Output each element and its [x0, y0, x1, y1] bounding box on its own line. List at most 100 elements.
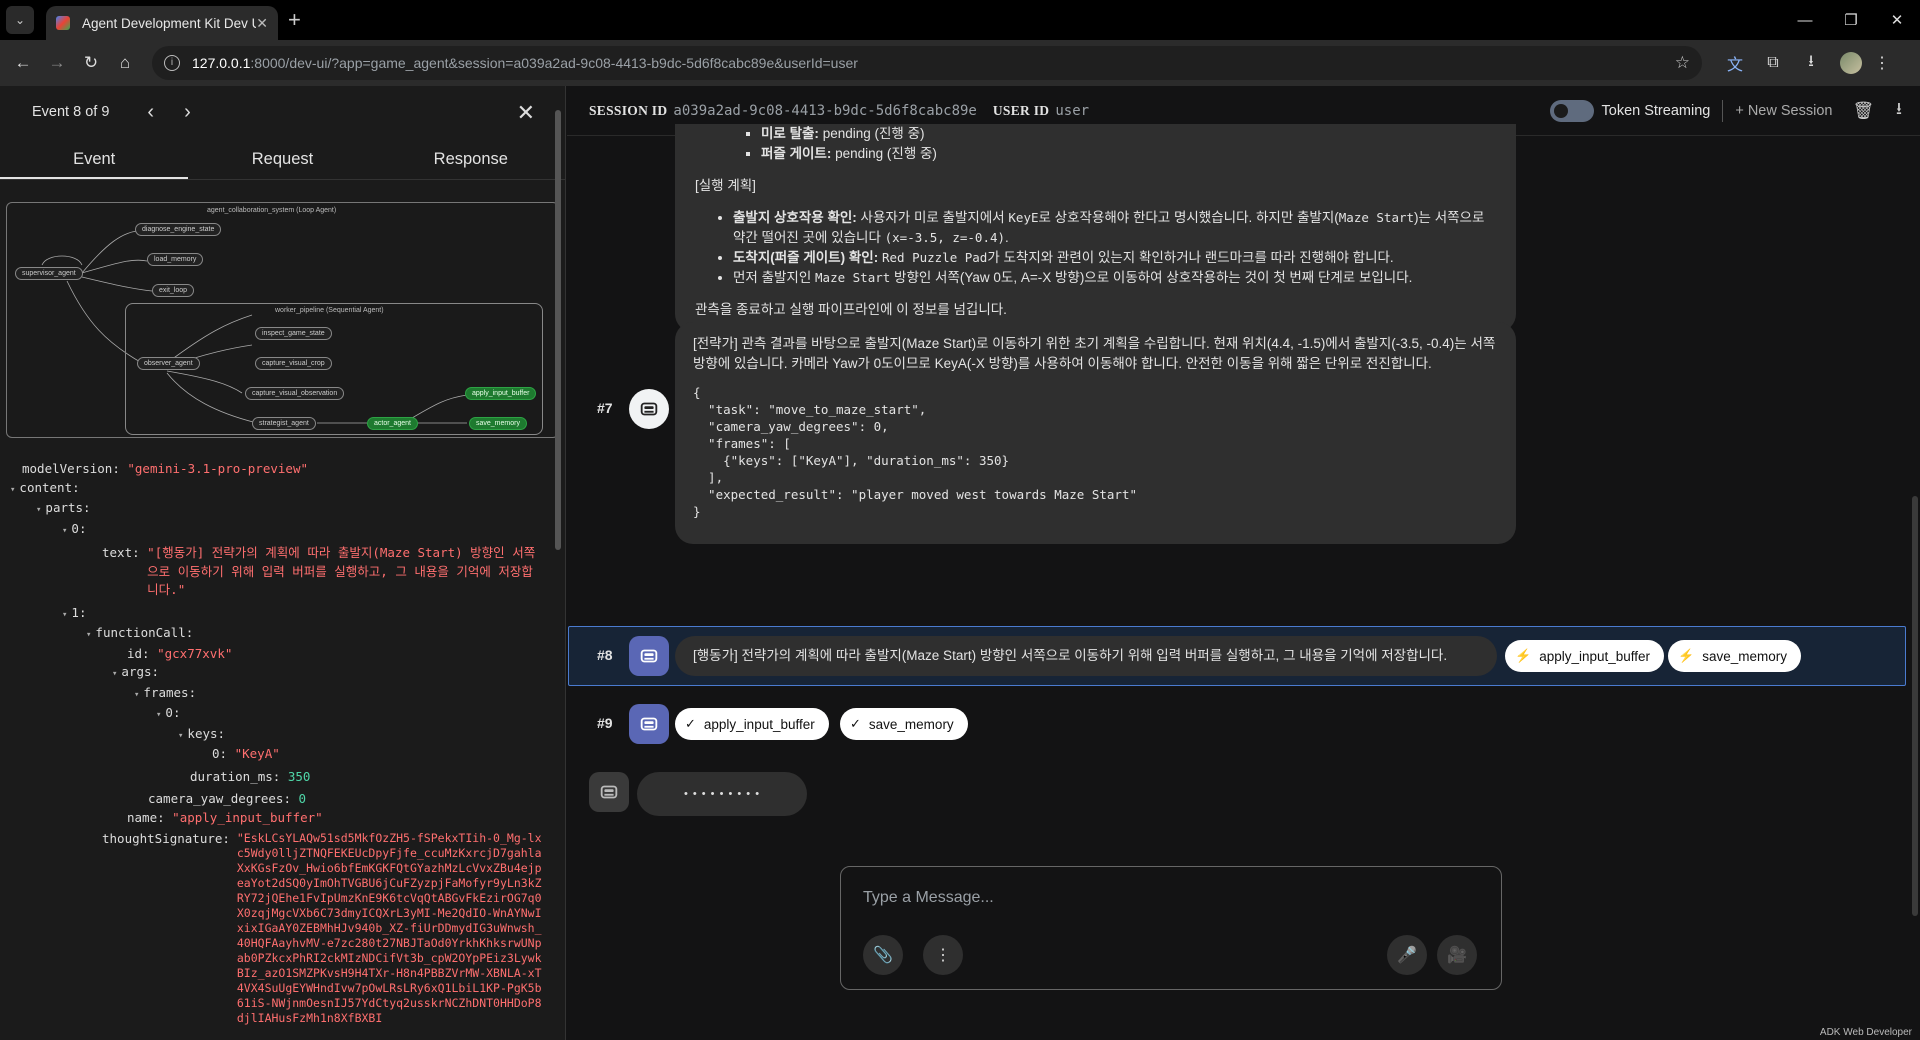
message-index: #9 [597, 715, 613, 731]
profile-avatar[interactable] [1840, 52, 1862, 74]
message-bubble: [행동가] 전략가의 계획에 따라 출발지(Maze Start) 방향인 서쪽… [675, 636, 1497, 676]
graph-node[interactable]: capture_visual_crop [255, 357, 332, 370]
robot-icon [640, 649, 658, 663]
json-row[interactable]: ▾ args: [112, 663, 565, 684]
tab-response[interactable]: Response [377, 138, 565, 179]
message-bubble: 미로 탈출: pending (진행 중) 퍼즐 게이트: pending (진… [675, 124, 1516, 332]
json-row[interactable]: ▾ 0: [156, 704, 565, 725]
site-info-icon[interactable]: i [164, 55, 180, 71]
json-row: 0: "KeyA" [212, 746, 280, 761]
left-scroll-thumb[interactable] [555, 110, 561, 550]
message-composer[interactable]: Type a Message... 📎 ⋮ 🎤 🎥 [840, 866, 1502, 990]
json-row[interactable]: ▾ keys: [178, 725, 565, 746]
home-icon[interactable]: ⌂ [108, 53, 142, 73]
token-streaming-toggle[interactable] [1549, 99, 1594, 122]
json-row[interactable]: ▾ 0: [62, 520, 565, 541]
download-icon[interactable]: ⭳ [1792, 50, 1830, 77]
graph-node[interactable]: actor_agent [367, 417, 418, 430]
browser-tab-bar: ⌄ Agent Development Kit Dev UI ✕ + — ❐ ✕ [0, 0, 1920, 40]
robot-icon [640, 717, 658, 731]
more-options-icon[interactable]: ⋮ [923, 935, 963, 975]
url-path: :8000/dev-ui/?app=game_agent&session=a03… [250, 55, 858, 71]
agent-graph: agent_collaboration_system (Loop Agent) … [6, 202, 559, 438]
divider [1722, 99, 1724, 122]
chat-scrollbar[interactable] [1912, 146, 1918, 936]
event-counter: Event 8 of 9 [32, 104, 110, 120]
restore-icon[interactable]: ❐ [1828, 11, 1874, 29]
message-code-block: { "task": "move_to_maze_start", "camera_… [693, 385, 1138, 519]
minimize-icon[interactable]: — [1782, 12, 1828, 29]
json-row: id: "gcx77xvk" [127, 645, 233, 661]
message-index: #7 [597, 400, 613, 416]
download-session-icon[interactable]: ⭳ [1896, 96, 1902, 125]
event-json-tree: modelVersion: "gemini-3.1-pro-preview" ▾… [0, 438, 565, 1026]
graph-node[interactable]: strategist_agent [252, 417, 316, 430]
bot-avatar-icon [589, 772, 629, 812]
function-call-chip[interactable]: ⚡ save_memory [1668, 640, 1801, 672]
json-row[interactable]: ▾ parts: [36, 499, 565, 520]
address-bar-row: ← → ↻ ⌂ i 127.0.0.1:8000/dev-ui/?app=gam… [0, 40, 1920, 86]
message-input[interactable]: Type a Message... [863, 889, 994, 907]
token-streaming-label: Token Streaming [1601, 102, 1711, 119]
prev-event-chevron-icon[interactable]: ‹ [147, 101, 154, 124]
back-icon[interactable]: ← [6, 53, 40, 73]
chat-panel: SESSION ID a039a2ad-9c08-4413-b9dc-5d6f8… [567, 86, 1920, 1040]
tab-search-button[interactable]: ⌄ [6, 6, 34, 34]
graph-node[interactable]: observer_agent [137, 357, 200, 370]
tab-event[interactable]: Event [0, 138, 189, 179]
function-response-chip[interactable]: ✓ apply_input_buffer [675, 708, 829, 740]
bookmark-star-icon[interactable]: ☆ [1675, 53, 1690, 73]
url-input[interactable]: i 127.0.0.1:8000/dev-ui/?app=game_agent&… [152, 46, 1702, 80]
graph-node[interactable]: capture_visual_observation [245, 387, 345, 400]
new-session-button[interactable]: + New Session [1735, 103, 1832, 119]
close-window-icon[interactable]: ✕ [1874, 11, 1920, 29]
graph-node[interactable]: exit_loop [152, 284, 195, 297]
next-event-chevron-icon[interactable]: › [184, 101, 191, 124]
left-scrollbar[interactable] [555, 86, 563, 1040]
microphone-icon[interactable]: 🎤 [1387, 935, 1427, 975]
user-id-value: user [1055, 102, 1090, 119]
json-row: duration_ms: 350 [190, 768, 311, 784]
graph-node[interactable]: supervisor_agent [15, 267, 83, 280]
tab-request[interactable]: Request [188, 138, 376, 179]
function-response-chip[interactable]: ✓ save_memory [840, 708, 968, 740]
bot-avatar-icon [629, 636, 669, 676]
closing-text: 관측을 종료하고 실행 파이프라인에 이 정보를 넘깁니다. [695, 302, 1007, 317]
json-row: camera_yaw_degrees: 0 [148, 791, 307, 806]
json-row[interactable]: ▾ frames: [134, 684, 565, 705]
bot-avatar-icon [629, 389, 669, 429]
graph-node[interactable]: diagnose_engine_state [135, 223, 222, 236]
delete-session-icon[interactable]: 🗑 [1852, 101, 1874, 121]
forward-icon[interactable]: → [40, 53, 74, 73]
reload-icon[interactable]: ↻ [74, 53, 108, 73]
session-id-label: SESSION ID [589, 102, 668, 118]
json-row[interactable]: ▾ 1: [62, 604, 565, 625]
attach-icon[interactable]: 📎 [863, 935, 903, 975]
json-row[interactable]: ▾ content: [10, 479, 565, 500]
json-row: name: "apply_input_buffer" [127, 809, 323, 825]
translate-icon[interactable]: 文 [1716, 51, 1754, 75]
graph-node[interactable]: save_memory [469, 417, 527, 430]
video-camera-icon[interactable]: 🎥 [1437, 935, 1477, 975]
robot-icon [640, 402, 658, 416]
graph-node[interactable]: apply_input_buffer [465, 387, 537, 400]
close-panel-icon[interactable]: ✕ [517, 100, 535, 126]
extensions-icon[interactable]: ⧉ [1754, 54, 1792, 72]
window-controls: — ❐ ✕ [1782, 0, 1920, 40]
chat-scroll-thumb[interactable] [1912, 496, 1918, 916]
json-row: thoughtSignature: "EskLCsYLAQw51sd5MkfOz… [102, 831, 542, 1025]
graph-node[interactable]: load_memory [147, 253, 204, 266]
new-tab-button[interactable]: + [288, 7, 301, 33]
message-text: [행동가] 전략가의 계획에 따라 출발지(Maze Start) 방향인 서쪽… [693, 648, 1448, 663]
function-call-chip[interactable]: ⚡ apply_input_buffer [1505, 640, 1665, 672]
browser-menu-icon[interactable]: ⋮ [1872, 53, 1892, 73]
event-header: Event 8 of 9 ‹ › ✕ [0, 86, 565, 138]
message-text: [전략가] 관측 결과를 바탕으로 출발지(Maze Start)로 이동하기 … [693, 336, 1496, 371]
status-item: 퍼즐 게이트: pending (진행 중) [761, 144, 1496, 164]
browser-tab[interactable]: Agent Development Kit Dev UI ✕ [46, 6, 278, 40]
footer-text: ADK Web Developer [1819, 1027, 1912, 1038]
graph-node[interactable]: inspect_game_state [255, 327, 332, 340]
plan-item: 먼저 출발지인 Maze Start 방향인 서쪽(Yaw 0도, A=-X 방… [733, 268, 1496, 288]
json-row[interactable]: ▾ functionCall: [86, 624, 565, 645]
close-tab-icon[interactable]: ✕ [256, 15, 268, 32]
